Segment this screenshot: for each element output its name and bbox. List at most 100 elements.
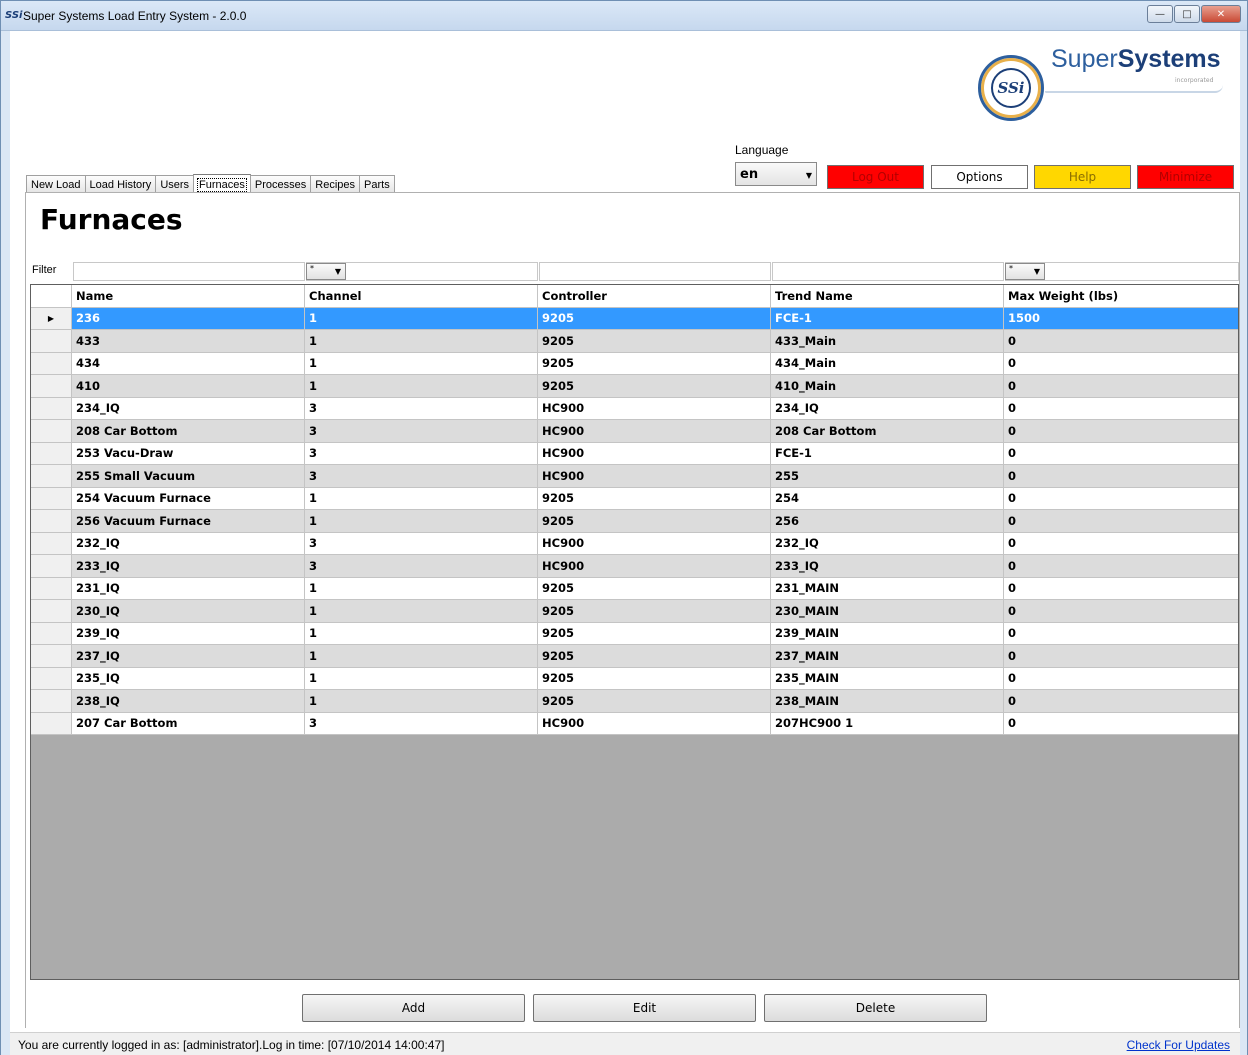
table-cell[interactable]: 3 (305, 420, 538, 443)
table-cell[interactable]: 3 (305, 397, 538, 420)
table-cell[interactable]: 1 (305, 510, 538, 533)
table-cell[interactable]: 434_Main (771, 352, 1004, 375)
tab-new-load[interactable]: New Load (26, 175, 86, 193)
table-cell[interactable]: 9205 (538, 352, 771, 375)
table-cell[interactable]: 9205 (538, 487, 771, 510)
table-cell[interactable]: 0 (1004, 645, 1238, 668)
table-cell[interactable]: 0 (1004, 712, 1238, 735)
table-cell[interactable]: 230_MAIN (771, 600, 1004, 623)
table-cell[interactable]: 0 (1004, 622, 1238, 645)
table-cell[interactable]: 9205 (538, 577, 771, 600)
table-cell[interactable]: FCE-1 (771, 442, 1004, 465)
table-cell[interactable]: 235_MAIN (771, 667, 1004, 690)
table-cell[interactable]: 1 (305, 375, 538, 398)
tab-parts[interactable]: Parts (359, 175, 395, 193)
table-cell[interactable]: 3 (305, 442, 538, 465)
row-header[interactable] (31, 667, 72, 690)
table-cell[interactable]: 9205 (538, 510, 771, 533)
table-cell[interactable]: 410_Main (771, 375, 1004, 398)
table-cell[interactable]: 255 Small Vacuum (72, 465, 305, 488)
title-bar[interactable]: SSi Super Systems Load Entry System - 2.… (1, 1, 1247, 31)
table-row[interactable]: 233_IQ 3 HC900 233_IQ 0 (31, 555, 1238, 578)
table-row[interactable]: 235_IQ 1 9205 235_MAIN 0 (31, 667, 1238, 690)
filter-channel-operator[interactable]: * ▼ (306, 263, 346, 280)
table-cell[interactable]: 239_IQ (72, 622, 305, 645)
table-cell[interactable]: 237_IQ (72, 645, 305, 668)
table-cell[interactable]: 208 Car Bottom (72, 420, 305, 443)
edit-button[interactable]: Edit (533, 994, 756, 1022)
table-cell[interactable]: HC900 (538, 555, 771, 578)
table-row[interactable]: 239_IQ 1 9205 239_MAIN 0 (31, 622, 1238, 645)
row-header[interactable] (31, 690, 72, 713)
table-cell[interactable]: 9205 (538, 600, 771, 623)
table-cell[interactable]: 1 (305, 600, 538, 623)
add-button[interactable]: Add (302, 994, 525, 1022)
table-cell[interactable]: 208 Car Bottom (771, 420, 1004, 443)
table-cell[interactable]: 235_IQ (72, 667, 305, 690)
table-row[interactable]: 254 Vacuum Furnace 1 9205 254 0 (31, 487, 1238, 510)
table-cell[interactable]: 9205 (538, 622, 771, 645)
minimize-button[interactable]: Minimize (1137, 165, 1234, 189)
table-cell[interactable]: 233_IQ (771, 555, 1004, 578)
tab-processes[interactable]: Processes (249, 175, 312, 193)
logout-button[interactable]: Log Out (827, 165, 924, 189)
table-cell[interactable]: 207 Car Bottom (72, 712, 305, 735)
table-cell[interactable]: 234_IQ (72, 397, 305, 420)
table-cell[interactable]: HC900 (538, 397, 771, 420)
filter-trend-input[interactable] (772, 262, 1004, 281)
table-cell[interactable]: 0 (1004, 555, 1238, 578)
tab-recipes[interactable]: Recipes (310, 175, 361, 193)
tab-users[interactable]: Users (155, 175, 195, 193)
table-row[interactable]: 256 Vacuum Furnace 1 9205 256 0 (31, 510, 1238, 533)
tab-furnaces[interactable]: Furnaces (193, 174, 251, 194)
table-cell[interactable]: 255 (771, 465, 1004, 488)
table-cell[interactable]: 0 (1004, 420, 1238, 443)
row-header[interactable] (31, 577, 72, 600)
table-row[interactable]: 234_IQ 3 HC900 234_IQ 0 (31, 397, 1238, 420)
table-cell[interactable]: 231_IQ (72, 577, 305, 600)
row-header[interactable] (31, 555, 72, 578)
table-cell[interactable]: 207HC900 1 (771, 712, 1004, 735)
table-cell[interactable]: 231_MAIN (771, 577, 1004, 600)
table-cell[interactable]: 1 (305, 645, 538, 668)
table-cell[interactable]: 0 (1004, 397, 1238, 420)
table-row[interactable]: 253 Vacu-Draw 3 HC900 FCE-1 0 (31, 442, 1238, 465)
table-cell[interactable]: 0 (1004, 375, 1238, 398)
table-cell[interactable]: HC900 (538, 532, 771, 555)
table-cell[interactable]: 9205 (538, 645, 771, 668)
table-cell[interactable]: 1 (305, 330, 538, 353)
table-cell[interactable]: 232_IQ (771, 532, 1004, 555)
table-cell[interactable]: FCE-1 (771, 307, 1004, 330)
maximize-window-icon[interactable]: □ (1174, 5, 1200, 23)
table-cell[interactable]: 0 (1004, 532, 1238, 555)
table-cell[interactable]: 1 (305, 577, 538, 600)
help-button[interactable]: Help (1034, 165, 1131, 189)
table-cell[interactable]: 237_MAIN (771, 645, 1004, 668)
table-row[interactable]: 434 1 9205 434_Main 0 (31, 352, 1238, 375)
close-window-icon[interactable]: ✕ (1201, 5, 1241, 23)
table-row[interactable]: 255 Small Vacuum 3 HC900 255 0 (31, 465, 1238, 488)
table-cell[interactable]: 3 (305, 712, 538, 735)
row-header[interactable] (31, 712, 72, 735)
table-cell[interactable]: 0 (1004, 330, 1238, 353)
table-cell[interactable]: 1 (305, 487, 538, 510)
row-header[interactable] (31, 622, 72, 645)
table-cell[interactable]: 236 (72, 307, 305, 330)
filter-controller-input[interactable] (539, 262, 771, 281)
table-cell[interactable]: 0 (1004, 487, 1238, 510)
table-row[interactable]: 208 Car Bottom 3 HC900 208 Car Bottom 0 (31, 420, 1238, 443)
column-header-name[interactable]: Name (72, 285, 305, 308)
table-cell[interactable]: 433 (72, 330, 305, 353)
row-header[interactable] (31, 510, 72, 533)
row-header[interactable] (31, 420, 72, 443)
table-cell[interactable]: 0 (1004, 442, 1238, 465)
row-header[interactable] (31, 330, 72, 353)
table-cell[interactable]: 0 (1004, 352, 1238, 375)
table-cell[interactable]: HC900 (538, 465, 771, 488)
table-cell[interactable]: HC900 (538, 442, 771, 465)
row-header[interactable] (31, 600, 72, 623)
table-cell[interactable]: 3 (305, 555, 538, 578)
row-header[interactable] (31, 532, 72, 555)
filter-weight-operator[interactable]: * ▼ (1005, 263, 1045, 280)
table-cell[interactable]: 230_IQ (72, 600, 305, 623)
